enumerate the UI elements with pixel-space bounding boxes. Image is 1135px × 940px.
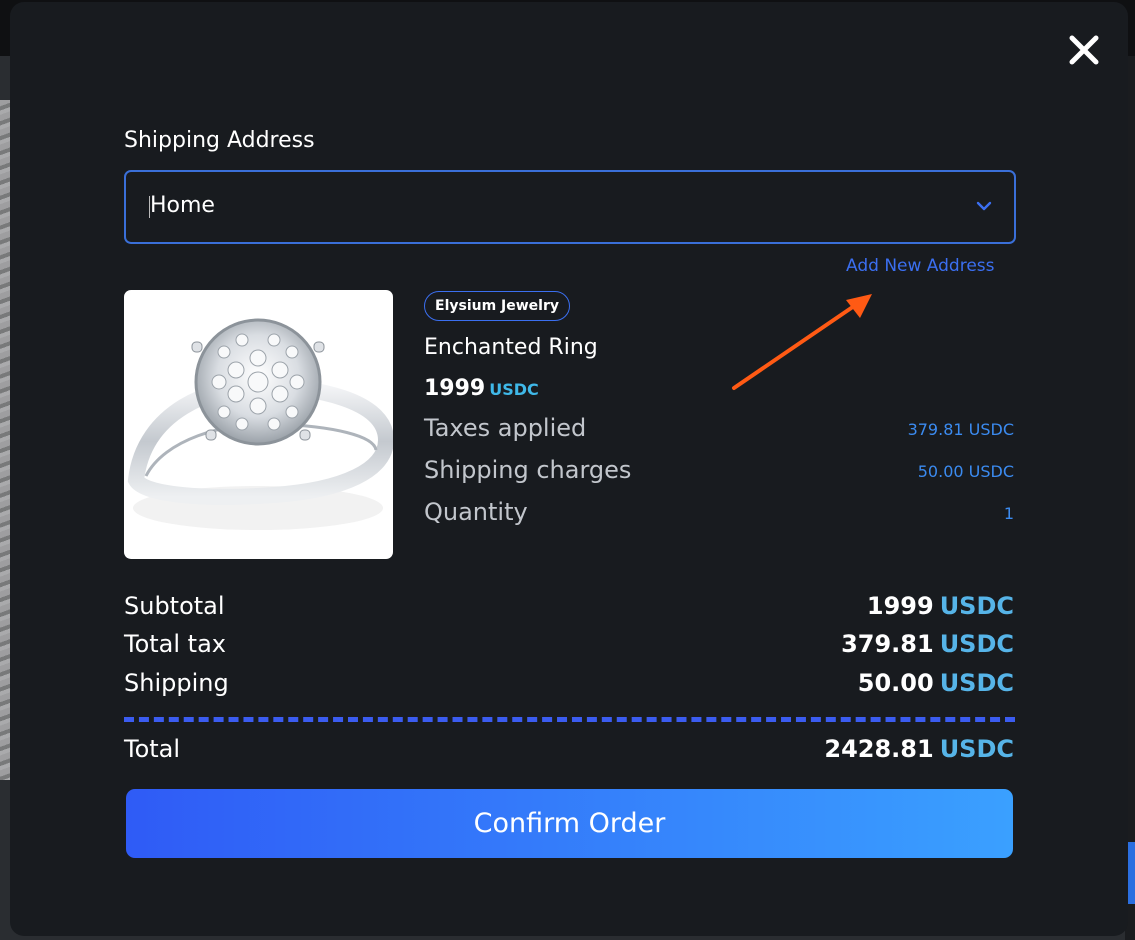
quantity-label: Quantity <box>424 498 528 526</box>
product-price-value: 1999 <box>424 376 486 401</box>
subtotal-value: 1999 USDC <box>867 592 1014 620</box>
total-tax-currency: USDC <box>939 630 1014 658</box>
shipping-summary-amount: 50.00 <box>857 669 934 697</box>
annotation-arrow-icon <box>732 294 872 390</box>
taxes-applied-label: Taxes applied <box>424 414 587 442</box>
total-currency: USDC <box>939 735 1014 763</box>
total-tax-amount: 379.81 <box>841 630 934 658</box>
product-price: 1999 USDC <box>424 376 539 401</box>
shipping-address-select[interactable]: Home <box>124 170 1016 244</box>
product-image <box>124 290 393 559</box>
confirm-order-button[interactable]: Confirm Order <box>126 789 1013 858</box>
background-button <box>1127 842 1135 904</box>
checkout-modal: Shipping Address Home Add New Address El… <box>10 2 1128 936</box>
ring-image-icon <box>127 318 393 530</box>
quantity-value: 1 <box>1003 504 1014 523</box>
shipping-summary-value: 50.00 USDC <box>858 669 1014 697</box>
brand-badge: Elysium Jewelry <box>424 291 571 321</box>
chevron-down-icon <box>976 201 992 211</box>
total-tax-value: 379.81 USDC <box>841 630 1014 658</box>
subtotal-label: Subtotal <box>124 592 225 620</box>
total-amount: 2428.81 <box>824 735 934 763</box>
subtotal-amount: 1999 <box>866 592 934 620</box>
shipping-charges-value: 50.00 USDC <box>917 462 1014 481</box>
total-label: Total <box>124 735 181 763</box>
subtotal-currency: USDC <box>939 592 1014 620</box>
shipping-summary-label: Shipping <box>124 669 229 697</box>
close-button[interactable] <box>1064 30 1104 70</box>
selected-address: Home <box>150 193 215 218</box>
shipping-charges-label: Shipping charges <box>424 456 632 484</box>
total-tax-label: Total tax <box>124 630 226 658</box>
shipping-address-label: Shipping Address <box>124 128 315 153</box>
add-new-address-link[interactable]: Add New Address <box>846 256 995 276</box>
close-icon <box>1069 35 1099 65</box>
product-name: Enchanted Ring <box>424 335 598 360</box>
shipping-summary-currency: USDC <box>939 669 1014 697</box>
taxes-applied-value: 379.81 USDC <box>907 420 1014 439</box>
product-price-currency: USDC <box>489 380 539 399</box>
total-value: 2428.81 USDC <box>824 735 1014 763</box>
summary-divider <box>124 717 1015 722</box>
